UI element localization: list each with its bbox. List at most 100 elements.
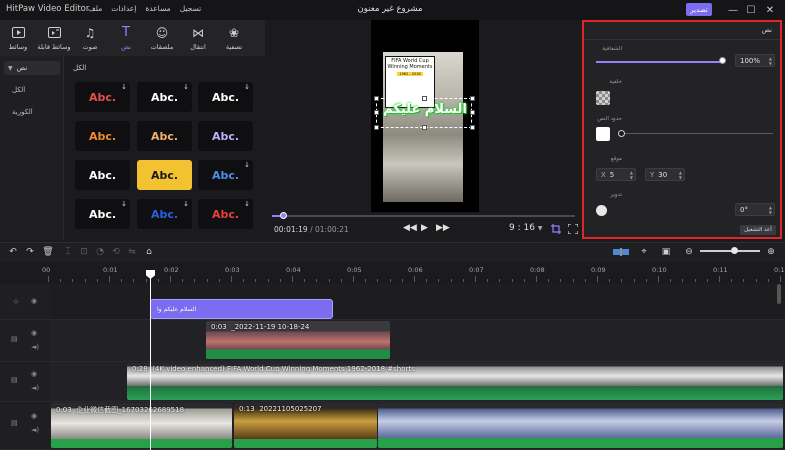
timeline-ruler[interactable]	[0, 262, 785, 284]
stepper-icon[interactable]: ▲ ▼	[769, 56, 772, 66]
text-template-item[interactable]: Abc. ↓	[198, 82, 253, 112]
category-item-all[interactable]: الكل	[12, 86, 25, 94]
opacity-input[interactable]: 100% ▲ ▼	[735, 54, 775, 67]
fit-timeline-icon[interactable]: ▣	[660, 246, 672, 258]
tool-media[interactable]: وسائط	[0, 20, 36, 56]
tool-sticker[interactable]: ☺ ملصقات	[144, 20, 180, 56]
minimize-icon[interactable]: —	[725, 2, 741, 18]
category-dropdown[interactable]: ▼ نص	[4, 61, 60, 75]
download-icon[interactable]: ↓	[244, 83, 250, 91]
opacity-slider[interactable]	[596, 61, 722, 63]
volume-icon[interactable]: ◄)	[31, 343, 39, 351]
volume-icon[interactable]: ◄)	[31, 384, 39, 392]
delete-icon[interactable]: 🗑	[42, 246, 54, 258]
outline-width-slider[interactable]	[625, 133, 773, 134]
volume-icon[interactable]: ◄)	[31, 426, 39, 434]
tool-transition[interactable]: ⋈ انتقال	[180, 20, 216, 56]
crop-clip-icon[interactable]: ⊡	[78, 246, 90, 258]
download-icon[interactable]: ↓	[244, 161, 250, 169]
lock-icon[interactable]: ⊹	[13, 298, 19, 306]
resize-handle[interactable]	[470, 125, 475, 130]
text-template-item[interactable]: Abc.	[198, 121, 253, 151]
text-template-item[interactable]: Abc. ↓	[198, 199, 253, 229]
timeline-video-clip[interactable]: 0:03 _2022-11-19 10-18-24	[206, 321, 390, 359]
tool-audio[interactable]: ♫ صوت	[72, 20, 108, 56]
timeline-video-clip[interactable]: 0:28 (4K video enhanced) FIFA World Cup …	[127, 363, 783, 400]
download-icon[interactable]: ↓	[244, 200, 250, 208]
download-icon[interactable]: ↓	[183, 200, 189, 208]
timeline-video-clip[interactable]	[378, 403, 783, 448]
stepper-icon[interactable]: ▲ ▼	[679, 170, 682, 180]
playhead[interactable]	[150, 272, 151, 450]
marker-add-icon[interactable]: ⌖	[638, 246, 650, 258]
zoom-slider-handle[interactable]	[731, 247, 738, 254]
timeline-text-clip[interactable]: السلام عليكم وا	[150, 299, 333, 319]
opacity-slider-handle[interactable]	[719, 57, 726, 64]
timeline-video-clip[interactable]: 0:13 20221105025207	[234, 403, 377, 448]
position-y-input[interactable]: Y 30 ▲ ▼	[645, 168, 685, 181]
visibility-icon[interactable]: ◉	[31, 329, 37, 337]
split-icon[interactable]: ⌶	[62, 246, 74, 258]
timeline-video-clip[interactable]: 0:03 企业微信截图_16703262689518	[51, 403, 232, 448]
text-template-item[interactable]: Abc.	[137, 121, 192, 151]
reset-button[interactable]: أعد التشغيل	[740, 225, 776, 235]
resize-handle[interactable]	[470, 110, 475, 115]
speed-icon[interactable]: ◔	[94, 246, 106, 258]
position-x-input[interactable]: X 5 ▲ ▼	[596, 168, 636, 181]
menu-login[interactable]: تسجيل	[180, 4, 202, 13]
download-icon[interactable]: ↓	[121, 83, 127, 91]
outline-width-handle[interactable]	[618, 130, 625, 137]
tool-stock-media[interactable]: وسائط قابلة	[36, 20, 72, 56]
play-icon[interactable]: ▶	[421, 223, 428, 233]
resize-handle[interactable]	[470, 96, 475, 101]
menu-help[interactable]: مساعدة	[145, 4, 170, 13]
menu-file[interactable]: ملف	[88, 4, 102, 13]
scrubber-handle[interactable]	[280, 212, 288, 219]
visibility-icon[interactable]: ◉	[31, 297, 37, 305]
preview-scrubber[interactable]	[272, 212, 575, 219]
zoom-slider[interactable]	[700, 250, 760, 252]
visibility-icon[interactable]: ◉	[31, 370, 37, 378]
rotate-input[interactable]: 0° ▲ ▼	[735, 203, 775, 216]
text-template-item[interactable]: Abc.	[137, 160, 192, 190]
text-selection-box[interactable]	[376, 98, 472, 128]
undo-icon[interactable]: ↶	[7, 246, 19, 258]
resize-handle[interactable]	[374, 110, 379, 115]
text-template-item[interactable]: Abc. ↓	[137, 82, 192, 112]
outline-color-swatch[interactable]	[596, 127, 610, 141]
stepper-icon[interactable]: ▲ ▼	[630, 170, 633, 180]
snap-icon[interactable]	[612, 246, 630, 258]
resize-handle[interactable]	[422, 125, 427, 130]
text-template-item[interactable]: Abc.	[75, 160, 130, 190]
close-icon[interactable]: ✕	[762, 2, 778, 18]
text-template-item[interactable]: Abc. ↓	[198, 160, 253, 190]
redo-icon[interactable]: ↷	[24, 246, 36, 258]
tool-filter[interactable]: ❀ تصفية	[216, 20, 252, 56]
marker-icon[interactable]: ⌂	[143, 246, 155, 258]
mirror-icon[interactable]: ⇋	[126, 246, 138, 258]
resize-handle[interactable]	[422, 96, 427, 101]
text-template-item[interactable]: Abc. ↓	[75, 199, 130, 229]
download-icon[interactable]: ↓	[183, 83, 189, 91]
background-color-swatch[interactable]	[596, 91, 610, 105]
zoom-out-icon[interactable]: ⊖	[683, 246, 695, 258]
rotate-dial[interactable]	[596, 205, 607, 216]
resize-handle[interactable]	[374, 125, 379, 130]
menu-settings[interactable]: إعدادات	[111, 4, 136, 13]
fullscreen-icon[interactable]	[567, 223, 578, 234]
export-button[interactable]: تصدير	[686, 3, 712, 16]
text-template-item[interactable]: Abc. ↓	[75, 82, 130, 112]
visibility-icon[interactable]: ◉	[31, 412, 37, 420]
download-icon[interactable]: ↓	[121, 200, 127, 208]
aspect-ratio-select[interactable]: 9 : 16 ▼	[509, 223, 542, 233]
next-frame-icon[interactable]: ▶▶	[436, 223, 450, 233]
text-template-item[interactable]: Abc.	[75, 121, 130, 151]
timeline-scrollbar[interactable]	[777, 284, 781, 304]
maximize-icon[interactable]: ☐	[743, 2, 759, 18]
category-item-korean[interactable]: الكورية	[12, 108, 33, 116]
crop-icon[interactable]	[550, 223, 561, 234]
zoom-in-icon[interactable]: ⊕	[765, 246, 777, 258]
resize-handle[interactable]	[374, 96, 379, 101]
stepper-icon[interactable]: ▲ ▼	[769, 205, 772, 215]
rotate-icon[interactable]: ⟲	[110, 246, 122, 258]
